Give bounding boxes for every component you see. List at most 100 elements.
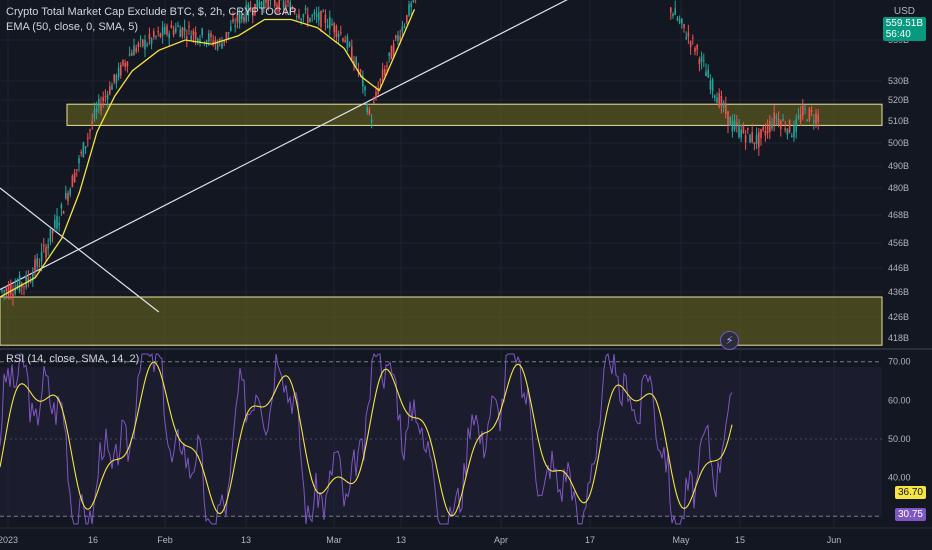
candle-body — [720, 96, 723, 106]
candle-body — [810, 110, 813, 112]
candle-body — [817, 115, 819, 122]
candle-body — [786, 129, 789, 135]
candle-body — [412, 0, 415, 3]
candle-body — [186, 36, 188, 40]
candle-body — [375, 92, 377, 98]
candle-body — [777, 118, 780, 126]
candle-body — [351, 46, 353, 61]
candle-body — [731, 120, 734, 132]
candle-body — [12, 293, 14, 297]
candle-body — [799, 114, 802, 122]
candle-body — [80, 151, 82, 154]
candle-body — [766, 126, 769, 133]
candle-body — [219, 39, 221, 41]
ema-legend[interactable]: EMA (50, close, 0, SMA, 5) — [6, 21, 138, 33]
chart-window[interactable]: 550B530B520B510B500B490B480B468B456B446B… — [0, 0, 932, 550]
candle-body — [58, 222, 60, 226]
candle-body — [153, 31, 155, 37]
rsi-ma-tag: 36.70 — [894, 486, 926, 499]
candle-body — [54, 219, 56, 228]
candle-body — [60, 204, 63, 209]
candle-body — [102, 97, 104, 102]
candle-body — [797, 116, 800, 119]
candle-body — [324, 14, 327, 24]
candle-body — [758, 132, 760, 148]
candle-body — [87, 137, 89, 139]
candle-body — [331, 24, 333, 26]
candle-body — [716, 97, 718, 103]
candle-body — [390, 46, 393, 60]
candle-body — [740, 129, 742, 138]
candle-body — [813, 120, 815, 122]
time-tick-label: Mar — [326, 535, 342, 545]
candle-body — [150, 38, 153, 44]
candle-body — [43, 244, 45, 247]
candle-body — [709, 80, 712, 90]
candle-body — [45, 247, 47, 258]
candle-body — [142, 39, 144, 46]
time-tick-label: Apr — [494, 535, 508, 545]
rsi-legend[interactable]: RSI (14, close, SMA, 14, 2) — [6, 353, 139, 365]
candle-body — [170, 24, 173, 29]
candle-body — [76, 169, 78, 171]
rsi-tick-label: 40.00 — [888, 473, 911, 483]
lightning-icon[interactable]: ⚡ — [720, 331, 739, 350]
candle-body — [370, 119, 373, 123]
candle-body — [379, 78, 382, 82]
candle-body — [808, 107, 811, 121]
candle-body — [373, 102, 375, 104]
candle-body — [230, 26, 232, 31]
candle-body — [62, 211, 65, 214]
candle-body — [733, 120, 736, 130]
candle-body — [384, 68, 386, 75]
price-tick-label: 468B — [888, 210, 909, 220]
candle-body — [727, 111, 729, 126]
candle-body — [714, 95, 716, 98]
candle-body — [791, 135, 793, 137]
candle-body — [34, 259, 36, 272]
candle-body — [320, 11, 322, 27]
candle-body — [692, 37, 694, 39]
candle-body — [148, 34, 151, 40]
candle-body — [73, 172, 76, 182]
candle-body — [700, 56, 703, 62]
candle-body — [137, 43, 140, 48]
candle-body — [335, 26, 338, 38]
candle-body — [381, 69, 384, 79]
candle-body — [40, 251, 43, 262]
candle-body — [144, 39, 146, 50]
candle-body — [678, 19, 681, 23]
candle-body — [399, 35, 401, 40]
candle-body — [670, 7, 672, 13]
candle-body — [269, 0, 272, 1]
price-tick-label: 446B — [888, 263, 909, 273]
price-tick-label: 490B — [888, 161, 909, 171]
candle-body — [25, 275, 27, 288]
candle-body — [322, 11, 324, 13]
candle-body — [104, 95, 107, 97]
candle-body — [10, 284, 12, 295]
candle-body — [304, 8, 307, 11]
price-chart[interactable]: 550B530B520B510B500B490B480B468B456B446B… — [0, 0, 932, 550]
candle-body — [106, 94, 109, 100]
candle-body — [364, 86, 366, 91]
candle-body — [300, 18, 302, 21]
candle-body — [194, 32, 197, 40]
candle-body — [265, 0, 267, 3]
candle-body — [784, 128, 786, 131]
candle-body — [307, 14, 309, 23]
candle-body — [346, 36, 349, 49]
candle-body — [342, 38, 344, 42]
chart-title: Crypto Total Market Cap Exclude BTC, $, … — [6, 6, 297, 18]
candle-body — [696, 44, 698, 50]
price-tick-label: 530B — [888, 76, 909, 86]
rsi-tag: 30.75 — [894, 508, 926, 521]
candle-body — [355, 57, 357, 66]
candle-body — [1, 290, 3, 292]
candle-body — [232, 19, 234, 22]
candle-body — [3, 290, 5, 292]
candle-body — [287, 0, 289, 3]
time-tick-label: 17 — [585, 535, 595, 545]
candle-body — [681, 18, 683, 24]
candle-body — [51, 230, 54, 234]
